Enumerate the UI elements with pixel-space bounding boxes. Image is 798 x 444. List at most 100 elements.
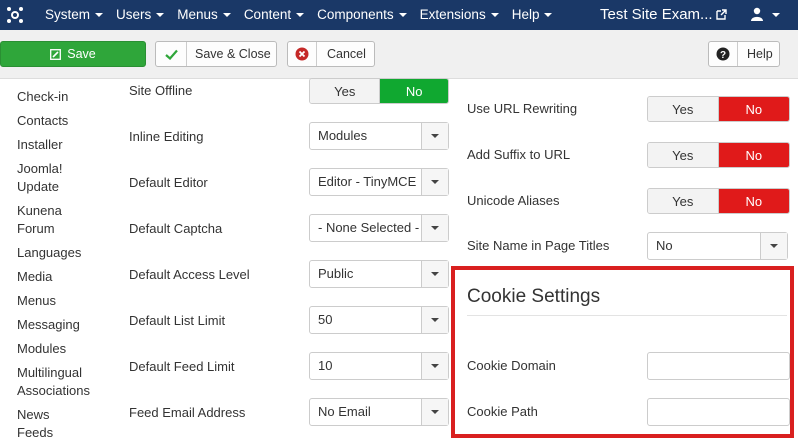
sidebar-item-messaging[interactable]: Messaging — [17, 316, 97, 334]
joomla-logo-icon[interactable] — [6, 6, 24, 24]
default-captcha-value: - None Selected - — [318, 220, 420, 235]
chevron-down-icon — [222, 13, 231, 18]
dropdown-arrow-box — [421, 353, 448, 379]
site-offline-yes[interactable]: Yes — [310, 79, 381, 103]
caret-down-icon — [431, 272, 439, 276]
default-list-limit-label: Default List Limit — [129, 313, 226, 328]
site-offline-no[interactable]: No — [380, 79, 448, 103]
site-offline-toggle: Yes No — [309, 78, 449, 104]
default-editor-select[interactable]: Editor - TinyMCE — [309, 168, 449, 196]
dropdown-arrow-box — [421, 261, 448, 287]
sidebar-item-media[interactable]: Media — [17, 268, 97, 286]
help-button[interactable]: ? Help — [708, 41, 780, 67]
sidebar-item-news-feeds[interactable]: News Feeds — [17, 406, 97, 442]
sidebar-item-menus[interactable]: Menus — [17, 292, 97, 310]
cancel-label: Cancel — [327, 47, 366, 61]
site-name-titles-select[interactable]: No — [647, 232, 788, 260]
default-list-limit-select[interactable]: 50 — [309, 306, 449, 334]
external-link-icon[interactable] — [716, 9, 727, 20]
help-icon-wrap: ? — [709, 42, 738, 66]
add-suffix-yes[interactable]: Yes — [648, 143, 719, 167]
question-circle-icon: ? — [716, 47, 730, 61]
menu-components-label: Components — [317, 7, 394, 22]
chevron-down-icon — [95, 13, 104, 18]
save-close-button[interactable]: Save & Close — [155, 41, 277, 67]
dropdown-arrow-box — [760, 233, 787, 259]
save-button[interactable]: Save — [0, 41, 146, 67]
default-feed-limit-label: Default Feed Limit — [129, 359, 235, 374]
menu-extensions[interactable]: Extensions — [420, 0, 512, 30]
default-access-select[interactable]: Public — [309, 260, 449, 288]
dropdown-arrow-box — [421, 169, 448, 195]
add-suffix-toggle: Yes No — [647, 142, 790, 168]
caret-down-icon — [431, 180, 439, 184]
menu-help[interactable]: Help — [512, 0, 566, 30]
default-feed-limit-select[interactable]: 10 — [309, 352, 449, 380]
site-title-link[interactable]: Test Site Exam... — [600, 0, 713, 30]
chevron-down-icon — [490, 13, 499, 18]
check-icon — [164, 49, 178, 60]
default-editor-label: Default Editor — [129, 175, 208, 190]
caret-down-icon — [431, 364, 439, 368]
add-suffix-no[interactable]: No — [718, 143, 789, 167]
inline-editing-select[interactable]: Modules — [309, 122, 449, 150]
top-nav-bar: System Users Menus Content Components Ex… — [0, 0, 798, 30]
menu-content[interactable]: Content — [244, 0, 317, 30]
dropdown-arrow-box — [421, 123, 448, 149]
unicode-aliases-no[interactable]: No — [718, 189, 789, 213]
main-menu: System Users Menus Content Components Ex… — [45, 0, 565, 30]
caret-down-icon — [770, 244, 778, 248]
caret-down-icon — [431, 318, 439, 322]
sidebar-item-installer[interactable]: Installer — [17, 136, 97, 154]
menu-system-label: System — [45, 7, 91, 22]
svg-text:?: ? — [720, 50, 726, 61]
sidebar-item-contacts[interactable]: Contacts — [17, 112, 97, 130]
caret-down-icon — [431, 134, 439, 138]
default-captcha-label: Default Captcha — [129, 221, 223, 236]
menu-system[interactable]: System — [45, 0, 116, 30]
feed-email-value: No Email — [318, 404, 371, 419]
dropdown-arrow-box — [421, 215, 448, 241]
site-name-titles-value: No — [656, 238, 673, 253]
save-close-label: Save & Close — [195, 47, 271, 61]
default-feed-limit-value: 10 — [318, 358, 333, 373]
cookie-settings-title: Cookie Settings — [467, 286, 601, 307]
url-rewriting-no[interactable]: No — [718, 97, 789, 121]
sidebar-item-joomla-update[interactable]: Joomla! Update — [17, 160, 97, 196]
unicode-aliases-yes[interactable]: Yes — [648, 189, 719, 213]
sidebar-item-checkin[interactable]: Check-in — [17, 88, 97, 106]
menu-users-label: Users — [116, 7, 152, 22]
sidebar-item-kunena-forum[interactable]: Kunena Forum — [17, 202, 97, 238]
default-list-limit-value: 50 — [318, 312, 333, 327]
caret-down-icon — [431, 226, 439, 230]
feed-email-label: Feed Email Address — [129, 405, 246, 420]
sidebar-item-modules[interactable]: Modules — [17, 340, 97, 358]
sidebar-item-multilingual-associations[interactable]: Multilingual Associations — [17, 364, 97, 400]
feed-email-select[interactable]: No Email — [309, 398, 449, 426]
add-suffix-label: Add Suffix to URL — [467, 147, 571, 162]
menu-menus[interactable]: Menus — [177, 0, 244, 30]
url-rewriting-yes[interactable]: Yes — [648, 97, 719, 121]
cookie-domain-input[interactable] — [647, 352, 790, 380]
chevron-down-icon — [398, 13, 407, 18]
cookie-path-input[interactable] — [647, 398, 790, 426]
cancel-button[interactable]: Cancel — [287, 41, 375, 67]
menu-help-label: Help — [511, 7, 540, 22]
default-captcha-select[interactable]: - None Selected - — [309, 214, 449, 242]
menu-components[interactable]: Components — [317, 0, 420, 30]
chevron-down-icon — [544, 13, 553, 18]
user-icon[interactable] — [750, 7, 764, 21]
menu-users[interactable]: Users — [116, 0, 177, 30]
menu-content-label: Content — [243, 7, 292, 22]
sidebar-item-languages[interactable]: Languages — [17, 244, 97, 262]
cookie-path-label: Cookie Path — [467, 404, 538, 419]
caret-down-icon — [431, 410, 439, 414]
dropdown-arrow-box — [421, 399, 448, 425]
save-label: Save — [67, 47, 96, 61]
site-offline-label: Site Offline — [129, 83, 193, 98]
cancel-icon-wrap — [288, 42, 317, 66]
chevron-down-icon[interactable] — [772, 13, 780, 17]
cookie-domain-label: Cookie Domain — [467, 358, 556, 373]
site-name-titles-label: Site Name in Page Titles — [467, 238, 610, 253]
dropdown-arrow-box — [421, 307, 448, 333]
